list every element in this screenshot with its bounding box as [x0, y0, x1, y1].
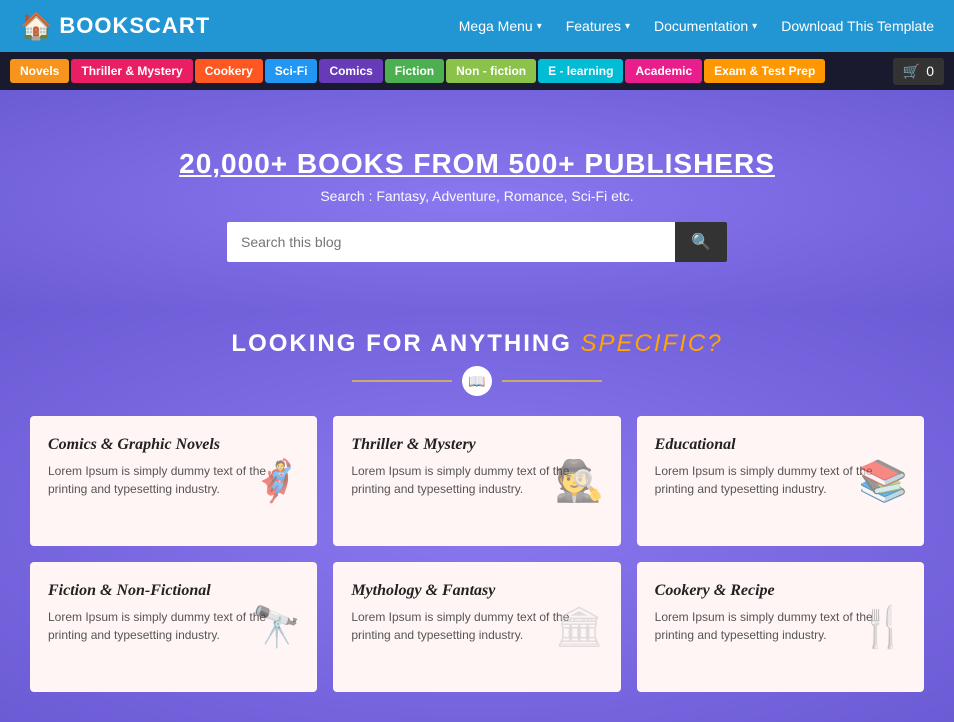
- divider-line-right: [502, 380, 602, 382]
- category-card[interactable]: Cookery & Recipe Lorem Ipsum is simply d…: [637, 562, 924, 692]
- card-icon: 🔭: [252, 604, 302, 651]
- category-tag[interactable]: Fiction: [385, 59, 444, 83]
- hero-section: 20,000+ BOOKS FROM 500+ PUBLISHERS Searc…: [0, 90, 954, 310]
- logo[interactable]: 🏠 BOOKSCART: [20, 11, 210, 42]
- card-title: Mythology & Fantasy: [351, 582, 602, 600]
- divider-line-left: [352, 380, 452, 382]
- category-tag[interactable]: Novels: [10, 59, 69, 83]
- chevron-down-icon: ▾: [752, 21, 757, 32]
- card-icon: 📚: [858, 458, 908, 505]
- hero-subtitle: Search : Fantasy, Adventure, Romance, Sc…: [320, 188, 633, 204]
- category-tag[interactable]: Non - fiction: [446, 59, 536, 83]
- category-card[interactable]: Comics & Graphic Novels Lorem Ipsum is s…: [30, 416, 317, 546]
- category-tag[interactable]: Comics: [319, 59, 382, 83]
- category-tag[interactable]: Sci-Fi: [265, 59, 318, 83]
- nav-item[interactable]: Mega Menu▾: [459, 18, 542, 34]
- category-card[interactable]: Mythology & Fantasy Lorem Ipsum is simpl…: [333, 562, 620, 692]
- category-card[interactable]: Educational Lorem Ipsum is simply dummy …: [637, 416, 924, 546]
- category-card[interactable]: Fiction & Non-Fictional Lorem Ipsum is s…: [30, 562, 317, 692]
- categories-section: LOOKING FOR ANYTHING Specific? 📖 Comics …: [0, 310, 954, 722]
- header: 🏠 BOOKSCART Mega Menu▾ Features▾ Documenta…: [0, 0, 954, 52]
- logo-icon: 🏠: [20, 11, 53, 42]
- section-title-accent: Specific?: [581, 330, 723, 357]
- main-nav: Mega Menu▾ Features▾ Documentation▾ Downloa…: [459, 18, 934, 34]
- nav-item[interactable]: Download This Template: [781, 18, 934, 34]
- category-tag[interactable]: Exam & Test Prep: [704, 59, 825, 83]
- section-divider: 📖: [30, 366, 924, 396]
- card-icon: 🕵: [555, 458, 605, 505]
- category-tag[interactable]: Academic: [625, 59, 702, 83]
- card-title: Educational: [655, 436, 906, 454]
- hero-title-text: 20,000+ BOOKS FROM 500+ PUBLISHERS: [179, 148, 775, 179]
- logo-text: BOOKSCART: [59, 13, 210, 39]
- search-button[interactable]: 🔍: [675, 222, 727, 262]
- search-bar: 🔍: [227, 222, 727, 262]
- cart-icon: 🛒: [903, 63, 920, 80]
- card-icon: 🍴: [858, 604, 908, 651]
- nav-item[interactable]: Documentation▾: [654, 18, 757, 34]
- category-tag[interactable]: Cookery: [195, 59, 263, 83]
- card-title: Cookery & Recipe: [655, 582, 906, 600]
- divider-icon: 📖: [462, 366, 492, 396]
- cart-count: 0: [926, 63, 934, 79]
- cart-area: 🛒 0: [893, 58, 944, 85]
- chevron-down-icon: ▾: [537, 21, 542, 32]
- hero-title: 20,000+ BOOKS FROM 500+ PUBLISHERS: [179, 148, 775, 180]
- section-title: LOOKING FOR ANYTHING Specific?: [30, 330, 924, 358]
- cart-button[interactable]: 🛒 0: [893, 58, 944, 85]
- chevron-down-icon: ▾: [625, 21, 630, 32]
- category-card[interactable]: Thriller & Mystery Lorem Ipsum is simply…: [333, 416, 620, 546]
- section-header: LOOKING FOR ANYTHING Specific? 📖: [30, 330, 924, 396]
- category-tag[interactable]: Thriller & Mystery: [71, 59, 192, 83]
- card-title: Fiction & Non-Fictional: [48, 582, 299, 600]
- nav-item[interactable]: Features▾: [566, 18, 630, 34]
- section-title-main: LOOKING FOR ANYTHING: [231, 330, 571, 357]
- cards-grid: Comics & Graphic Novels Lorem Ipsum is s…: [30, 416, 924, 692]
- search-input[interactable]: [227, 222, 675, 262]
- card-icon: 🦸: [252, 458, 302, 505]
- category-bar: NovelsThriller & MysteryCookerySci-FiCom…: [0, 52, 954, 90]
- card-icon: 🏛: [554, 604, 605, 651]
- card-title: Thriller & Mystery: [351, 436, 602, 454]
- card-title: Comics & Graphic Novels: [48, 436, 299, 454]
- category-tag[interactable]: E - learning: [538, 59, 623, 83]
